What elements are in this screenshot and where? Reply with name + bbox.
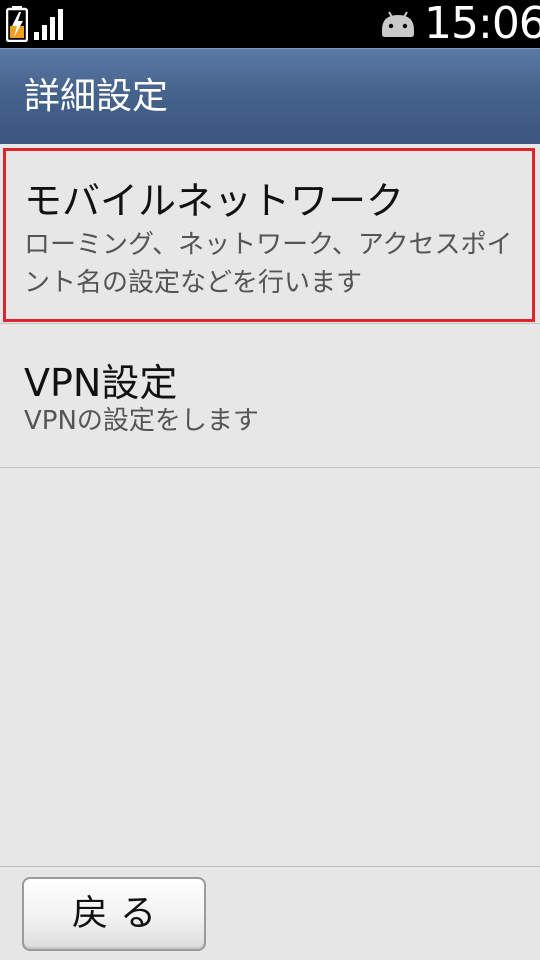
list-item-summary: VPNの設定をします [24,406,259,436]
signal-strength-icon [34,9,63,40]
screen: 15:06 詳細設定 モバイルネットワーク ローミング、ネットワーク、アクセスポ… [0,0,540,960]
list-item-vpn-settings[interactable]: VPN設定 VPNの設定をします [0,324,540,468]
list-item-title: VPN設定 [24,361,178,405]
settings-list: モバイルネットワーク ローミング、ネットワーク、アクセスポイント名の設定などを行… [0,144,540,468]
status-bar: 15:06 [0,0,540,48]
title-bar: 詳細設定 [0,48,540,144]
battery-charging-icon [6,6,28,42]
list-item-title: モバイルネットワーク [24,179,405,223]
list-item-mobile-network[interactable]: モバイルネットワーク ローミング、ネットワーク、アクセスポイント名の設定などを行… [0,144,540,324]
bottom-bar: 戻る [0,866,540,960]
back-button[interactable]: 戻る [22,877,206,951]
page-title: 詳細設定 [24,76,169,117]
status-clock: 15:06 [424,0,540,49]
list-item-summary: ローミング、ネットワーク、アクセスポイント名の設定などを行います [24,230,513,298]
android-notification-icon [382,11,414,37]
